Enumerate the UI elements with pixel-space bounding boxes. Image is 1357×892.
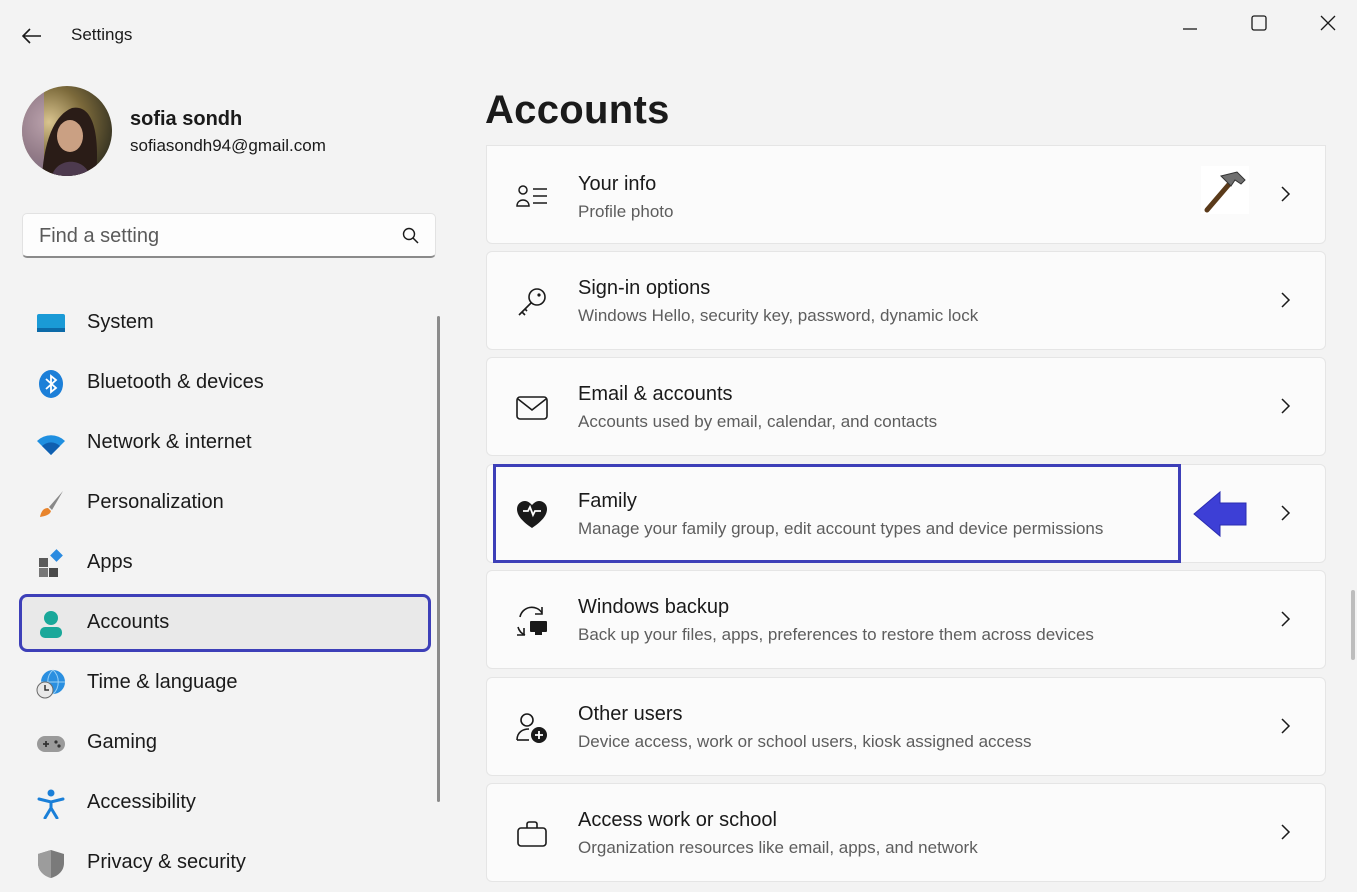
card-subtitle: Back up your files, apps, preferences to… — [578, 625, 1094, 644]
sidebar-item-apps[interactable]: Apps — [22, 537, 428, 589]
card-email-accounts[interactable]: Email & accounts Accounts used by email,… — [486, 357, 1326, 456]
card-title: Sign-in options — [578, 277, 711, 299]
sidebar-item-label: Gaming — [87, 731, 158, 753]
sidebar-item-label: Apps — [87, 551, 133, 573]
sidebar-item-time-language[interactable]: Time & language — [22, 657, 428, 709]
sidebar-item-label: System — [87, 311, 154, 333]
chevron-right-icon — [1281, 824, 1291, 840]
chevron-right-icon — [1281, 292, 1291, 308]
sidebar-item-personalization[interactable]: Personalization — [22, 477, 428, 529]
sidebar-item-label: Accounts — [87, 611, 170, 633]
backup-icon — [515, 604, 549, 638]
sidebar-scrollbar[interactable] — [437, 316, 440, 802]
search-icon[interactable] — [401, 226, 421, 246]
wifi-icon — [36, 429, 66, 459]
card-your-info[interactable]: Your info Profile photo — [486, 145, 1326, 244]
sidebar-item-label: Bluetooth & devices — [87, 371, 264, 393]
card-subtitle: Windows Hello, security key, password, d… — [578, 306, 979, 325]
sidebar-item-gaming[interactable]: Gaming — [22, 717, 428, 769]
sidebar-item-network[interactable]: Network & internet — [22, 417, 428, 469]
close-button[interactable] — [1305, 8, 1351, 38]
card-sign-in-options[interactable]: Sign-in options Windows Hello, security … — [486, 251, 1326, 350]
user-info-icon — [515, 179, 549, 213]
accessibility-icon — [36, 789, 66, 819]
add-user-icon — [515, 711, 549, 745]
card-subtitle: Organization resources like email, apps,… — [578, 838, 978, 857]
card-title: Email & accounts — [578, 383, 733, 405]
left-arrow-icon — [1193, 490, 1247, 538]
user-email: sofiasondh94@gmail.com — [130, 136, 326, 155]
chevron-right-icon — [1281, 718, 1291, 734]
title-bar: Settings — [0, 0, 1357, 70]
card-access-work-school[interactable]: Access work or school Organization resou… — [486, 783, 1326, 882]
gamepad-icon — [36, 729, 66, 759]
hammer-icon — [1201, 166, 1249, 214]
card-title: Your info — [578, 173, 657, 195]
sidebar-item-accessibility[interactable]: Accessibility — [22, 777, 428, 829]
maximize-icon — [1251, 15, 1267, 31]
bluetooth-icon — [36, 369, 66, 399]
back-button[interactable] — [18, 22, 46, 50]
minimize-icon — [1183, 28, 1197, 30]
close-icon — [1320, 15, 1336, 31]
family-highlight-box — [493, 464, 1181, 563]
chevron-right-icon — [1281, 505, 1291, 521]
sidebar-item-bluetooth[interactable]: Bluetooth & devices — [22, 357, 428, 409]
key-icon — [515, 285, 549, 319]
main-scrollbar[interactable] — [1351, 590, 1355, 660]
card-title: Access work or school — [578, 809, 777, 831]
card-title: Windows backup — [578, 596, 730, 618]
brush-icon — [36, 489, 66, 519]
sidebar-item-label: Time & language — [87, 671, 238, 693]
system-icon — [36, 309, 66, 339]
page-title: Accounts — [485, 88, 670, 132]
sidebar-item-system[interactable]: System — [22, 297, 428, 349]
shield-icon — [36, 849, 66, 879]
profile-photo — [22, 86, 112, 176]
card-other-users[interactable]: Other users Device access, work or schoo… — [486, 677, 1326, 776]
card-subtitle: Profile photo — [578, 202, 674, 221]
user-name: sofia sondh — [130, 108, 243, 130]
sidebar-item-accounts[interactable]: Accounts — [19, 594, 431, 652]
app-title: Settings — [71, 25, 133, 44]
back-arrow-icon — [22, 28, 41, 44]
avatar[interactable] — [22, 86, 112, 176]
card-windows-backup[interactable]: Windows backup Back up your files, apps,… — [486, 570, 1326, 669]
maximize-button[interactable] — [1236, 8, 1282, 38]
card-subtitle: Accounts used by email, calendar, and co… — [578, 412, 938, 431]
card-title: Other users — [578, 703, 683, 725]
search-box[interactable] — [22, 213, 436, 259]
search-input[interactable] — [37, 214, 391, 259]
person-icon — [36, 609, 66, 639]
sidebar-item-label: Personalization — [87, 491, 224, 513]
chevron-right-icon — [1281, 611, 1291, 627]
minimize-button[interactable] — [1167, 8, 1213, 38]
sidebar-item-privacy[interactable]: Privacy & security — [22, 837, 428, 889]
mail-icon — [515, 391, 549, 425]
apps-icon — [36, 549, 66, 579]
card-subtitle: Device access, work or school users, kio… — [578, 732, 1032, 751]
sidebar-item-label: Accessibility — [87, 791, 196, 813]
sidebar-item-label: Privacy & security — [87, 851, 246, 873]
sidebar-item-label: Network & internet — [87, 431, 252, 453]
chevron-right-icon — [1281, 186, 1291, 202]
globe-clock-icon — [36, 669, 66, 699]
chevron-right-icon — [1281, 398, 1291, 414]
briefcase-icon — [515, 817, 549, 851]
